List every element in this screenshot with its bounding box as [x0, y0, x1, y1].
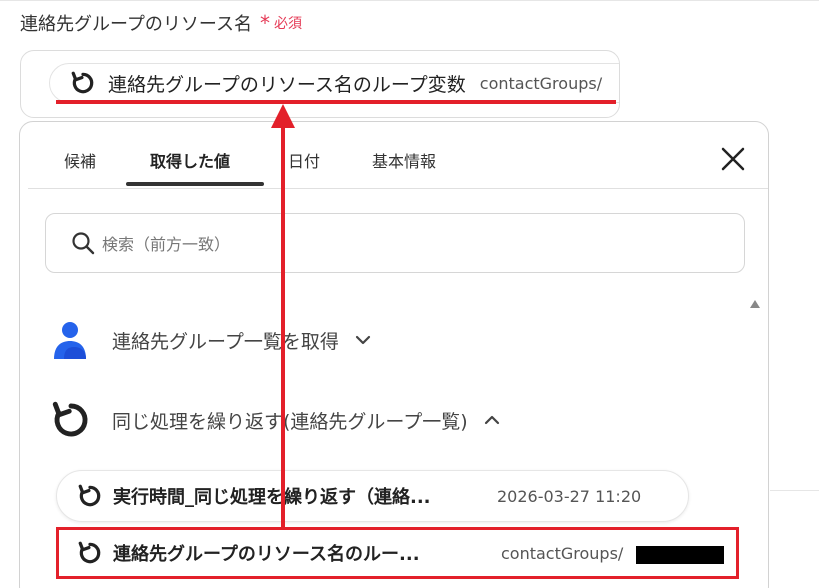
group-label: 同じ処理を繰り返す(連絡先グループ一覧) [112, 410, 468, 433]
group-get-contact-groups[interactable]: 連絡先グループ一覧を取得 [50, 319, 373, 361]
list-item-execution-time[interactable]: 実行時間_同じ処理を繰り返す（連絡... 2026-03-27 11:20 [56, 470, 689, 522]
top-divider [0, 0, 819, 1]
value-picker-panel: 候補 取得した値 日付 基本情報 検索（前方一致） 連絡先グループ一覧を取得 同… [19, 121, 769, 588]
chip-title: 連絡先グループのリソース名のループ変数 [108, 73, 466, 96]
list-item-resource-name[interactable]: 連絡先グループのリソース名のルー... contactGroups/ [56, 527, 739, 579]
loop-icon [78, 484, 101, 507]
item-title: 連絡先グループのリソース名のルー... [113, 544, 420, 565]
tab-basic-info[interactable]: 基本情報 [372, 148, 436, 172]
scroll-up-arrow[interactable] [749, 299, 761, 309]
tab-candidates[interactable]: 候補 [64, 148, 96, 172]
search-placeholder: 検索（前方一致） [102, 235, 231, 254]
highlight-underline [56, 100, 616, 104]
search-icon [72, 232, 95, 255]
resource-name-field[interactable]: 連絡先グループのリソース名のループ変数 contactGroups/ [20, 50, 620, 118]
tabs-divider [28, 188, 768, 189]
side-divider [770, 490, 819, 491]
loop-icon [78, 541, 101, 564]
group-repeat-process[interactable]: 同じ処理を繰り返す(連絡先グループ一覧) [50, 399, 502, 441]
chip-subtitle: contactGroups/ [479, 73, 603, 93]
tab-date[interactable]: 日付 [288, 148, 320, 172]
person-icon [54, 322, 86, 359]
search-input[interactable]: 検索（前方一致） [45, 213, 745, 273]
field-label-text: 連絡先グループのリソース名 [20, 14, 253, 35]
loop-icon [71, 71, 94, 94]
required-asterisk: * [260, 11, 271, 35]
required-label: 必須 [274, 16, 303, 32]
loop-variable-chip[interactable]: 連絡先グループのリソース名のループ変数 contactGroups/ [49, 63, 619, 103]
tab-retrieved-values[interactable]: 取得した値 [150, 148, 230, 172]
item-value: contactGroups/ [501, 543, 624, 563]
close-icon[interactable] [718, 144, 748, 174]
active-tab-indicator [126, 182, 264, 186]
redaction-bar [636, 546, 724, 564]
group-label: 連絡先グループ一覧を取得 [112, 330, 339, 353]
item-value: 2026-03-27 11:20 [497, 486, 642, 506]
loop-icon [52, 401, 88, 437]
chevron-down-icon[interactable] [353, 330, 373, 350]
field-label: 連絡先グループのリソース名 * 必須 [20, 10, 302, 36]
chevron-up-icon[interactable] [482, 410, 502, 430]
tab-bar: 候補 取得した値 日付 基本情報 [20, 122, 768, 188]
item-title: 実行時間_同じ処理を繰り返す（連絡... [113, 487, 431, 508]
